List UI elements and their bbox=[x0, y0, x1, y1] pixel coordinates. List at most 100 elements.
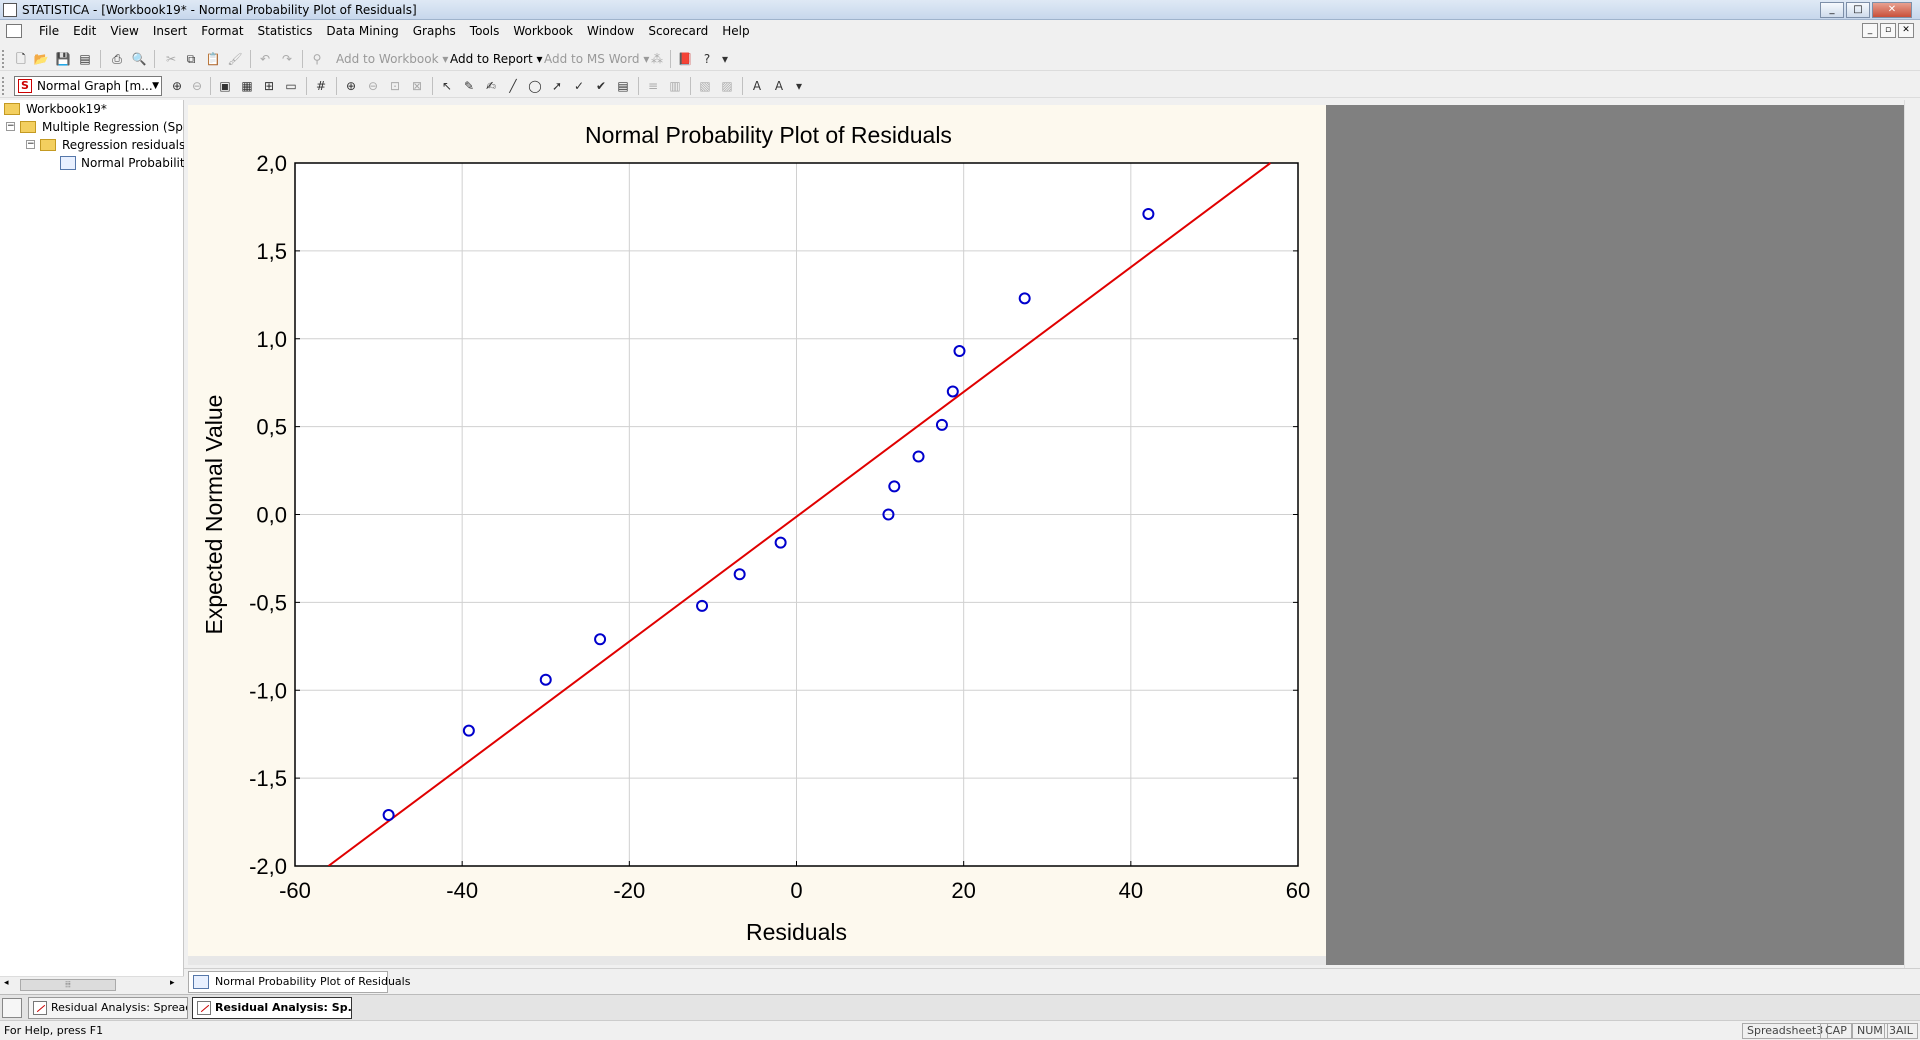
distribute-icon[interactable]: ▥ bbox=[666, 77, 684, 95]
statistica-s-icon: S bbox=[18, 79, 32, 93]
menu-statistics[interactable]: Statistics bbox=[251, 24, 320, 38]
add-to-ms-word-button[interactable]: Add to MS Word ▾ bbox=[544, 52, 649, 66]
toolbar-grip[interactable] bbox=[2, 77, 6, 95]
new-icon[interactable]: 🗋 bbox=[12, 50, 30, 68]
menu-help[interactable]: Help bbox=[715, 24, 756, 38]
toolbar-options-icon[interactable]: ▾ bbox=[716, 50, 734, 68]
graph-options-icon[interactable]: ▣ bbox=[216, 77, 234, 95]
y-tick-label: 1,0 bbox=[256, 327, 287, 352]
zoom-out-icon[interactable]: ⊖ bbox=[364, 77, 382, 95]
text-edit-icon[interactable]: ✍ bbox=[482, 77, 500, 95]
zoom-in-icon[interactable]: ⊕ bbox=[342, 77, 360, 95]
graph-window[interactable]: -60 -40 -20 0 20 40 60 2,0 1,5 1,0 0,5 0,0 -0,5 -1,0 -… bbox=[188, 105, 1326, 965]
tree-item-workbook[interactable]: Workbook19* bbox=[4, 100, 184, 118]
menu-scorecard[interactable]: Scorecard bbox=[641, 24, 715, 38]
copy-icon[interactable]: ⧉ bbox=[182, 50, 200, 68]
book-icon[interactable]: 📕 bbox=[676, 50, 694, 68]
tree-item-regression-residuals[interactable]: − Regression residuals diagnostics bbox=[26, 136, 184, 154]
open-icon[interactable]: 📂 bbox=[32, 50, 50, 68]
y-tick-label: 0,0 bbox=[256, 503, 287, 528]
document-menu-icon[interactable] bbox=[6, 24, 22, 38]
link-icon[interactable]: ⁂ bbox=[648, 50, 666, 68]
undo-icon[interactable]: ↶ bbox=[256, 50, 274, 68]
task-residual-analysis-2[interactable]: Residual Analysis: Sp... bbox=[192, 997, 352, 1019]
graph-toolbar: S Normal Graph [m... ▼ ⊕ ⊖ ▣ ▦ ⊞ ▭ # ⊕ ⊖… bbox=[0, 74, 1920, 98]
task-label: Residual Analysis: Sp... bbox=[215, 1001, 352, 1014]
send-back-icon[interactable]: ▨ bbox=[718, 77, 736, 95]
check-icon[interactable]: ✔ bbox=[592, 77, 610, 95]
zoom-graph-icon[interactable]: ⊕ bbox=[168, 77, 186, 95]
draw-arrow-icon[interactable]: ➚ bbox=[548, 77, 566, 95]
grid-icon[interactable]: # bbox=[312, 77, 330, 95]
font-size-icon[interactable]: A bbox=[748, 77, 766, 95]
graph-window-icon[interactable] bbox=[2, 998, 22, 1018]
paste-icon[interactable]: 📋 bbox=[204, 50, 222, 68]
collapse-icon[interactable]: − bbox=[26, 140, 35, 149]
cut-icon[interactable]: ✂ bbox=[162, 50, 180, 68]
task-residual-analysis-1[interactable]: Residual Analysis: Spreads... bbox=[28, 997, 188, 1019]
zoom-reset-icon[interactable]: ⊠ bbox=[408, 77, 426, 95]
toolbar-options-icon[interactable]: ▾ bbox=[790, 77, 808, 95]
print-icon[interactable]: ⎙ bbox=[108, 50, 126, 68]
menu-data-mining[interactable]: Data Mining bbox=[319, 24, 405, 38]
normal-probability-plot[interactable]: -60 -40 -20 0 20 40 60 2,0 1,5 1,0 0,5 0,0 -0,5 -1,0 -… bbox=[188, 105, 1326, 957]
print-preview-icon[interactable]: 🔍 bbox=[130, 50, 148, 68]
fit-line-icon[interactable]: ✓ bbox=[570, 77, 588, 95]
zoom-fit-icon[interactable]: ⊡ bbox=[386, 77, 404, 95]
context-help-icon[interactable]: ? bbox=[698, 50, 716, 68]
menu-graphs[interactable]: Graphs bbox=[406, 24, 463, 38]
minimize-button[interactable]: _ bbox=[1820, 2, 1844, 18]
add-to-workbook-button[interactable]: Add to Workbook ▾ bbox=[336, 52, 448, 66]
tab-normal-probability-plot[interactable]: Normal Probability Plot of Residuals bbox=[188, 971, 410, 993]
menu-window[interactable]: Window bbox=[580, 24, 641, 38]
graph-window-icon[interactable]: ▭ bbox=[282, 77, 300, 95]
save-icon[interactable]: 💾 bbox=[54, 50, 72, 68]
scroll-left-icon[interactable]: ◂ bbox=[4, 978, 9, 988]
align-icon[interactable]: ≡ bbox=[644, 77, 662, 95]
font-style-icon[interactable]: A bbox=[770, 77, 788, 95]
menu-file[interactable]: File bbox=[32, 24, 66, 38]
graph-icon bbox=[193, 975, 209, 989]
format-painter-icon[interactable]: 🖌 bbox=[226, 50, 244, 68]
vertical-scrollbar[interactable] bbox=[1904, 100, 1920, 976]
pointer-icon[interactable]: ↖ bbox=[438, 77, 456, 95]
unzoom-graph-icon[interactable]: ⊖ bbox=[188, 77, 206, 95]
pdf-icon[interactable]: ▤ bbox=[76, 50, 94, 68]
graph-bottom-scroll-strip[interactable] bbox=[188, 956, 1326, 965]
add-to-report-button[interactable]: Add to Report ▾ bbox=[450, 52, 543, 66]
menu-insert[interactable]: Insert bbox=[146, 24, 194, 38]
tree-horizontal-scrollbar[interactable]: ◂ ⦙⦙⦙ ▸ bbox=[0, 976, 184, 992]
chevron-down-icon: ▼ bbox=[152, 81, 159, 91]
find-icon[interactable]: ⚲ bbox=[308, 50, 326, 68]
y-tick-label: -0,5 bbox=[249, 590, 287, 615]
mdi-minimize-button[interactable]: _ bbox=[1862, 23, 1878, 38]
toolbar-grip[interactable] bbox=[2, 50, 6, 68]
bring-front-icon[interactable]: ▧ bbox=[696, 77, 714, 95]
scroll-right-icon[interactable]: ▸ bbox=[170, 978, 175, 988]
tree-item-normal-probability[interactable]: Normal Probability bbox=[60, 154, 184, 172]
scroll-thumb[interactable]: ⦙⦙⦙ bbox=[20, 979, 116, 991]
maximize-button[interactable]: □ bbox=[1846, 2, 1870, 18]
menu-view[interactable]: View bbox=[103, 24, 145, 38]
mdi-restore-button[interactable]: ▫ bbox=[1880, 23, 1896, 38]
status-caps: CAP bbox=[1820, 1023, 1852, 1039]
graph-type-dropdown[interactable]: S Normal Graph [m... ▼ bbox=[14, 76, 162, 96]
menu-format[interactable]: Format bbox=[194, 24, 250, 38]
x-tick-label: 40 bbox=[1119, 878, 1143, 903]
draw-ellipse-icon[interactable]: ◯ bbox=[526, 77, 544, 95]
draw-line-icon[interactable]: ╱ bbox=[504, 77, 522, 95]
graph-layout-icon[interactable]: ⊞ bbox=[260, 77, 278, 95]
redo-icon[interactable]: ↷ bbox=[278, 50, 296, 68]
mdi-close-button[interactable]: ✕ bbox=[1898, 23, 1914, 38]
close-button[interactable]: ✕ bbox=[1872, 2, 1912, 18]
snapshot-icon[interactable]: ▤ bbox=[614, 77, 632, 95]
folder-icon bbox=[20, 121, 36, 133]
brush-icon[interactable]: ✎ bbox=[460, 77, 478, 95]
menu-workbook[interactable]: Workbook bbox=[506, 24, 580, 38]
status-sail: 3AIL bbox=[1884, 1023, 1918, 1039]
menu-tools[interactable]: Tools bbox=[463, 24, 507, 38]
menu-edit[interactable]: Edit bbox=[66, 24, 103, 38]
tree-item-multiple-regression[interactable]: − Multiple Regression (Spreadsheet3) bbox=[6, 118, 184, 136]
collapse-icon[interactable]: − bbox=[6, 122, 15, 131]
graph-data-icon[interactable]: ▦ bbox=[238, 77, 256, 95]
